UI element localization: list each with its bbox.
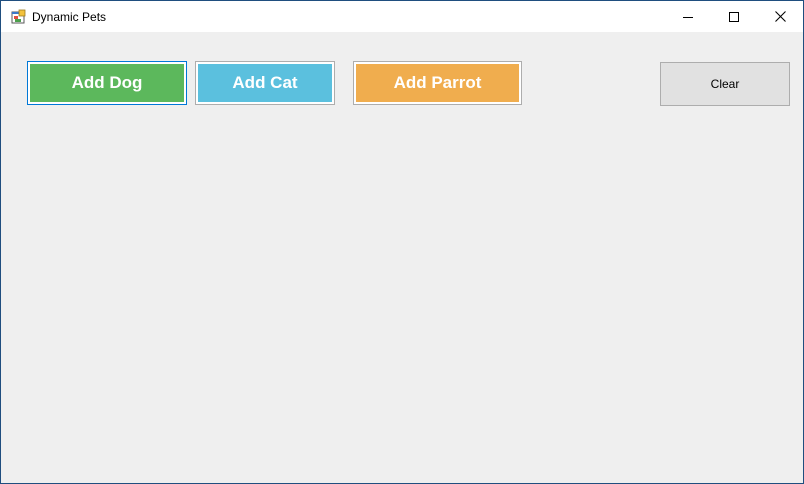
add-cat-button[interactable]: Add Cat bbox=[195, 61, 335, 105]
maximize-icon bbox=[729, 11, 739, 22]
add-dog-label: Add Dog bbox=[71, 73, 143, 92]
maximize-button[interactable] bbox=[711, 1, 757, 32]
main-window: Dynamic Pets Add Dog Add Cat Add Parrot bbox=[0, 0, 804, 484]
client-area: Add Dog Add Cat Add Parrot Clear bbox=[1, 32, 803, 483]
close-icon bbox=[774, 11, 786, 22]
app-window-icon[interactable] bbox=[11, 9, 27, 25]
close-button[interactable] bbox=[757, 1, 803, 32]
add-parrot-button[interactable]: Add Parrot bbox=[353, 61, 522, 105]
add-parrot-label: Add Parrot bbox=[393, 73, 482, 92]
title-bar[interactable]: Dynamic Pets bbox=[1, 1, 803, 32]
clear-label: Clear bbox=[710, 77, 740, 91]
minimize-icon bbox=[683, 16, 693, 18]
add-dog-button[interactable]: Add Dog bbox=[27, 61, 187, 105]
window-title: Dynamic Pets bbox=[32, 10, 107, 24]
minimize-button[interactable] bbox=[665, 1, 711, 32]
add-cat-label: Add Cat bbox=[232, 73, 298, 92]
clear-button[interactable]: Clear bbox=[660, 62, 790, 106]
